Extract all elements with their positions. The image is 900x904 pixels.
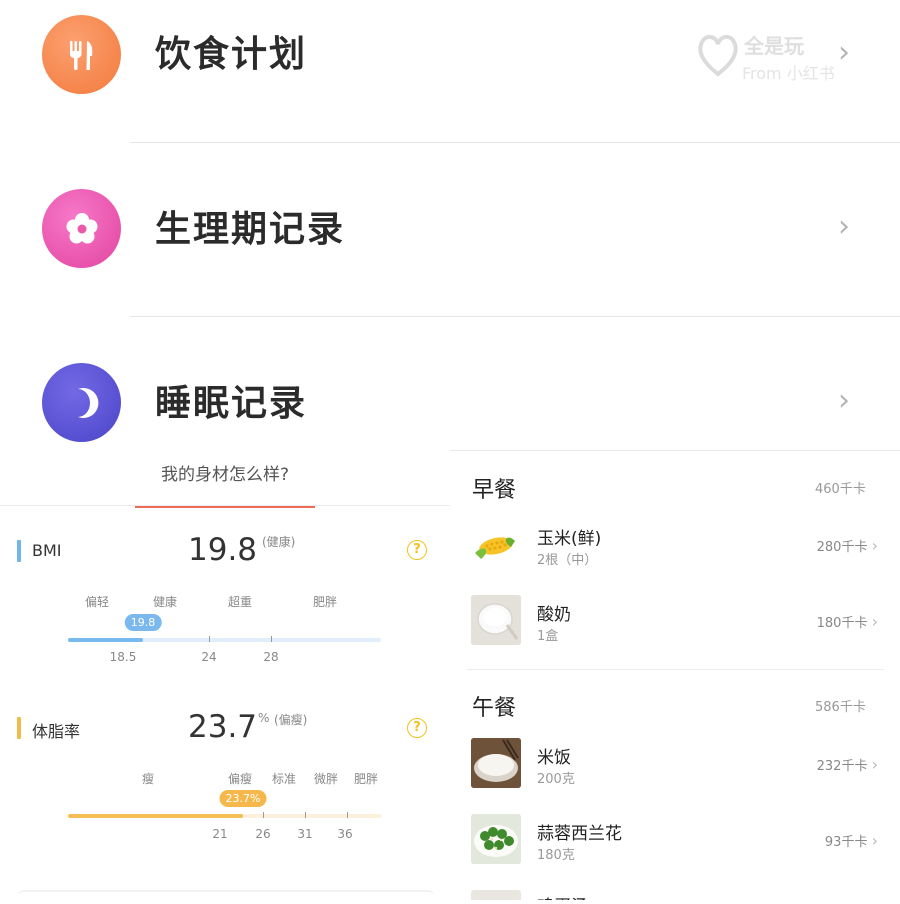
bmi-category-label: 肥胖 [312, 595, 338, 609]
body-fat-tick [263, 812, 264, 818]
food-name: 蒜蓉西兰花 [537, 824, 622, 844]
body-fat-tick-label: 36 [337, 827, 353, 841]
body-fat-tick-label: 21 [212, 827, 228, 841]
body-fat-label: 体脂率 [32, 722, 81, 741]
watermark-subtext: From 小红书 [742, 64, 835, 83]
food-kcal: 93千卡 › [825, 831, 878, 850]
body-fat-unit: % [258, 711, 270, 725]
menu-divider [130, 142, 900, 143]
body-fat-help-icon[interactable]: ? [407, 718, 427, 738]
body-fat-category-label: 肥胖 [353, 772, 379, 786]
food-name: 玉米(鲜) [537, 529, 602, 549]
body-shape-panel: 我的身材怎么样? BMI 19.8 (健康) ? 偏轻 健康 超重 肥胖 19.… [0, 450, 450, 900]
chevron-right-icon: › [871, 755, 878, 774]
body-fat-category-label: 偏瘦 [227, 772, 253, 786]
chevron-right-icon: › [838, 209, 850, 244]
menu-item-sleep-log[interactable]: 睡眠记录 › [0, 320, 900, 470]
bmi-accent-bar [17, 540, 21, 562]
menu-item-period-log[interactable]: 生理期记录 › [0, 150, 900, 300]
body-fat-bubble: 23.7% [219, 790, 267, 807]
bmi-tick [209, 636, 210, 642]
menu-label-sleep-log: 睡眠记录 [155, 383, 308, 424]
body-fat-tick-label: 26 [255, 827, 271, 841]
bmi-label: BMI [32, 541, 62, 560]
food-kcal-value: 180千卡 [816, 616, 868, 631]
flower-icon [42, 189, 121, 268]
tab-body-shape-label: 我的身材怎么样? [160, 465, 290, 485]
bmi-category-label: 偏轻 [84, 595, 110, 609]
bmi-track-fill [68, 638, 144, 642]
breakfast-total-kcal: 460千卡 [815, 482, 866, 497]
body-fat-category-label: 微胖 [313, 772, 339, 786]
food-kcal: 280千卡 › [817, 536, 878, 555]
bmi-help-icon[interactable]: ? [407, 540, 427, 560]
tab-body-shape[interactable]: 我的身材怎么样? [135, 450, 315, 508]
bmi-category-label: 健康 [152, 595, 178, 609]
meal-list-panel: 早餐 460千卡 玉米(鲜) 2根（中） 280千卡 › 酸奶 1盒 180千卡… [450, 450, 900, 900]
body-fat-track-fill [68, 814, 244, 818]
body-fat-tick-label: 31 [297, 827, 313, 841]
bmi-tick [271, 636, 272, 642]
food-name: 鸡蛋汤 [537, 892, 588, 900]
menu-divider [130, 316, 900, 317]
panel-top-border [450, 450, 900, 451]
soup-icon [471, 890, 521, 900]
food-kcal: 232千卡 › [817, 755, 878, 774]
bmi-category-label: 超重 [227, 595, 253, 609]
body-fat-accent-bar [17, 717, 21, 739]
food-name: 酸奶 [537, 605, 571, 625]
panel-divider [0, 505, 450, 506]
chevron-right-icon: › [871, 612, 878, 631]
rice-icon [471, 738, 521, 788]
food-kcal-value: 93千卡 [824, 835, 868, 850]
lunch-title: 午餐 [472, 696, 517, 721]
food-kcal-value: 280千卡 [816, 540, 868, 555]
body-fat-tick [347, 812, 348, 818]
body-fat-category-label: 标准 [271, 772, 297, 786]
menu-item-diet-plan[interactable]: 饮食计划 全是玩 From 小红书 › [0, 0, 900, 150]
meal-divider [467, 669, 884, 670]
food-amount: 200克 [537, 772, 575, 787]
chevron-right-icon: › [838, 35, 850, 70]
fork-knife-icon [42, 15, 121, 94]
lunch-total-kcal: 586千卡 [815, 700, 866, 715]
bmi-tick-label: 18.5 [109, 650, 137, 664]
next-card-edge [18, 890, 434, 904]
breakfast-title: 早餐 [472, 478, 517, 503]
food-name: 米饭 [537, 748, 571, 768]
food-kcal-value: 232千卡 [816, 759, 868, 774]
bmi-status: (健康) [262, 535, 296, 549]
body-fat-status: (偏瘦) [274, 713, 308, 727]
heart-logo-icon [698, 35, 738, 77]
watermark: 全是玩 From 小红书 [696, 28, 846, 84]
bmi-tick-label: 28 [263, 650, 279, 664]
chevron-right-icon: › [871, 536, 878, 555]
tab-active-indicator [135, 506, 315, 508]
body-fat-category-label: 瘦 [141, 772, 155, 786]
menu-label-period-log: 生理期记录 [155, 209, 346, 250]
food-amount: 1盒 [537, 629, 559, 644]
menu-label-diet-plan: 饮食计划 [155, 34, 308, 75]
watermark-text: 全是玩 [744, 34, 804, 58]
corn-icon [471, 519, 521, 569]
food-amount: 180克 [537, 848, 575, 863]
chevron-right-icon: › [871, 831, 878, 850]
bmi-value: 19.8 [188, 532, 258, 568]
food-amount: 2根（中） [537, 553, 598, 568]
broccoli-icon [471, 814, 521, 864]
bmi-tick-label: 24 [201, 650, 217, 664]
yogurt-icon [471, 595, 521, 645]
moon-icon [42, 363, 121, 442]
chevron-right-icon: › [838, 383, 850, 418]
body-fat-tick [305, 812, 306, 818]
food-kcal: 180千卡 › [817, 612, 878, 631]
bmi-bubble: 19.8 [124, 614, 162, 631]
body-fat-value: 23.7 [188, 709, 258, 745]
